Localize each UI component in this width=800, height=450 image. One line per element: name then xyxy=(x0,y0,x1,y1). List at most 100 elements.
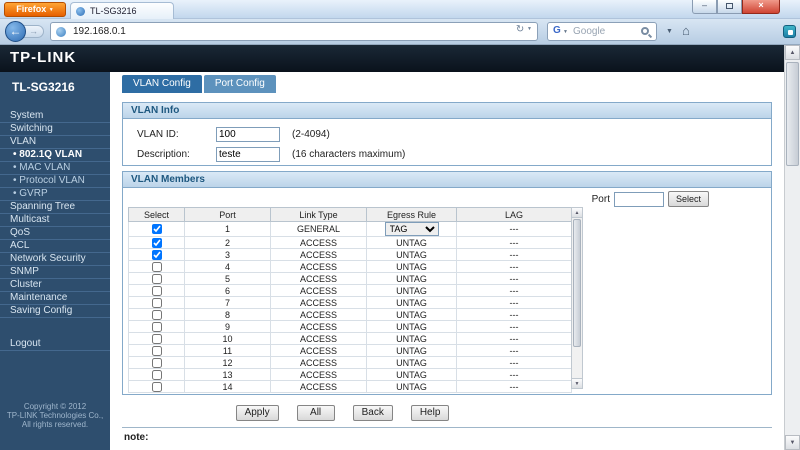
sidebar-item-logout[interactable]: Logout xyxy=(0,338,110,351)
sidebar-item-vlan[interactable]: VLAN xyxy=(0,136,110,149)
sidebar-item-network-security[interactable]: Network Security xyxy=(0,253,110,266)
close-button[interactable]: × xyxy=(742,0,780,14)
sidebar-item-cluster[interactable]: Cluster xyxy=(0,279,110,292)
page-scrollbar-thumb[interactable] xyxy=(786,62,799,166)
port-cell: 1 xyxy=(185,222,271,237)
url-text: 192.168.0.1 xyxy=(73,25,126,39)
description-hint: (16 characters maximum) xyxy=(292,149,405,160)
addon-icon[interactable] xyxy=(783,25,796,38)
description-label: Description: xyxy=(137,149,216,160)
lag-cell: --- xyxy=(457,321,572,333)
column-header-link-type: Link Type xyxy=(271,208,367,222)
select-cell xyxy=(129,321,185,333)
row-select-checkbox[interactable] xyxy=(152,310,162,320)
sidebar-item-saving-config[interactable]: Saving Config xyxy=(0,305,110,318)
reload-icon[interactable]: ↻ xyxy=(516,24,524,35)
row-select-checkbox[interactable] xyxy=(152,286,162,296)
back-button[interactable]: ← xyxy=(5,21,26,42)
forward-button[interactable]: → xyxy=(23,25,44,38)
link-type-cell: ACCESS xyxy=(271,333,367,345)
sidebar-item-snmp[interactable]: SNMP xyxy=(0,266,110,279)
select-cell xyxy=(129,333,185,345)
chevron-down-icon[interactable]: ▼ xyxy=(563,29,568,35)
row-select-checkbox[interactable] xyxy=(152,274,162,284)
row-select-checkbox[interactable] xyxy=(152,298,162,308)
scroll-down-icon[interactable]: ▼ xyxy=(572,378,582,388)
apply-button[interactable]: Apply xyxy=(236,405,279,421)
all-button[interactable]: All xyxy=(297,405,335,421)
section-title-vlan-members: VLAN Members xyxy=(123,172,771,188)
vlan-id-input[interactable] xyxy=(216,127,280,142)
egress-rule-cell: UNTAG xyxy=(367,237,457,249)
sidebar-item-protocol-vlan[interactable]: • Protocol VLAN xyxy=(0,175,110,188)
egress-rule-cell: UNTAG xyxy=(367,381,457,393)
egress-rule-select[interactable]: TAG xyxy=(385,222,439,236)
row-select-checkbox[interactable] xyxy=(152,334,162,344)
table-scrollbar[interactable]: ▲ ▼ xyxy=(571,207,583,389)
row-select-checkbox[interactable] xyxy=(152,346,162,356)
search-icon[interactable] xyxy=(641,27,649,35)
row-select-checkbox[interactable] xyxy=(152,322,162,332)
port-cell: 6 xyxy=(185,285,271,297)
home-icon[interactable]: ⌂ xyxy=(682,23,690,38)
link-type-cell: ACCESS xyxy=(271,321,367,333)
port-cell: 3 xyxy=(185,249,271,261)
select-cell xyxy=(129,285,185,297)
lag-cell: --- xyxy=(457,309,572,321)
tab-vlan-config[interactable]: VLAN Config xyxy=(122,75,202,93)
lag-cell: --- xyxy=(457,369,572,381)
row-select-checkbox[interactable] xyxy=(152,250,162,260)
row-select-checkbox[interactable] xyxy=(152,224,162,234)
port-select-button[interactable]: Select xyxy=(668,191,709,207)
sidebar-item-mac-vlan[interactable]: • MAC VLAN xyxy=(0,162,110,175)
table-scrollbar-thumb[interactable] xyxy=(573,219,581,347)
chevron-down-icon[interactable]: ▼ xyxy=(527,26,532,32)
port-cell: 8 xyxy=(185,309,271,321)
port-cell: 2 xyxy=(185,237,271,249)
sidebar-item-spanning-tree[interactable]: Spanning Tree xyxy=(0,201,110,214)
url-bar-icons: ↻ ▼ xyxy=(516,24,532,35)
port-filter-input[interactable] xyxy=(614,192,664,207)
page-scrollbar[interactable]: ▲ ▼ xyxy=(784,45,800,450)
scroll-down-icon[interactable]: ▼ xyxy=(785,435,800,450)
column-header-port: Port xyxy=(185,208,271,222)
description-input[interactable] xyxy=(216,147,280,162)
row-select-checkbox[interactable] xyxy=(152,262,162,272)
port-cell: 10 xyxy=(185,333,271,345)
lag-cell: --- xyxy=(457,285,572,297)
row-select-checkbox[interactable] xyxy=(152,370,162,380)
minimize-button[interactable]: – xyxy=(692,0,717,14)
sidebar-item-multicast[interactable]: Multicast xyxy=(0,214,110,227)
sidebar-item-maintenance[interactable]: Maintenance xyxy=(0,292,110,305)
egress-rule-cell: UNTAG xyxy=(367,297,457,309)
select-cell xyxy=(129,222,185,237)
maximize-button[interactable] xyxy=(717,0,742,14)
downloads-icon[interactable]: ▼ xyxy=(666,28,673,35)
sidebar-item-system[interactable]: System xyxy=(0,110,110,123)
sidebar-item-qos[interactable]: QoS xyxy=(0,227,110,240)
row-select-checkbox[interactable] xyxy=(152,238,162,248)
help-button[interactable]: Help xyxy=(411,405,450,421)
google-logo-icon: G xyxy=(553,25,561,36)
scroll-up-icon[interactable]: ▲ xyxy=(572,208,582,218)
egress-rule-cell: UNTAG xyxy=(367,357,457,369)
back-button[interactable]: Back xyxy=(353,405,393,421)
address-bar[interactable]: 192.168.0.1 ↻ ▼ xyxy=(50,22,538,41)
sidebar-item-switching[interactable]: Switching xyxy=(0,123,110,136)
row-select-checkbox[interactable] xyxy=(152,358,162,368)
scroll-up-icon[interactable]: ▲ xyxy=(785,45,800,60)
firefox-menu-button[interactable]: Firefox ▼ xyxy=(4,2,66,17)
tab-port-config[interactable]: Port Config xyxy=(204,75,276,93)
row-select-checkbox[interactable] xyxy=(152,382,162,392)
sidebar-item-acl[interactable]: ACL xyxy=(0,240,110,253)
back-icon: ← xyxy=(10,24,22,38)
link-type-cell: GENERAL xyxy=(271,222,367,237)
search-input[interactable]: G ▼ Google xyxy=(547,22,657,41)
sidebar-item-gvrp[interactable]: • GVRP xyxy=(0,188,110,201)
table-row: 10ACCESSUNTAG--- xyxy=(129,333,572,345)
table-row: 9ACCESSUNTAG--- xyxy=(129,321,572,333)
browser-tab[interactable]: TL-SG3216 xyxy=(70,2,174,19)
link-type-cell: ACCESS xyxy=(271,261,367,273)
copyright-line: Copyright © 2012 xyxy=(0,402,110,411)
sidebar-item-802-1q-vlan[interactable]: • 802.1Q VLAN xyxy=(0,149,110,162)
